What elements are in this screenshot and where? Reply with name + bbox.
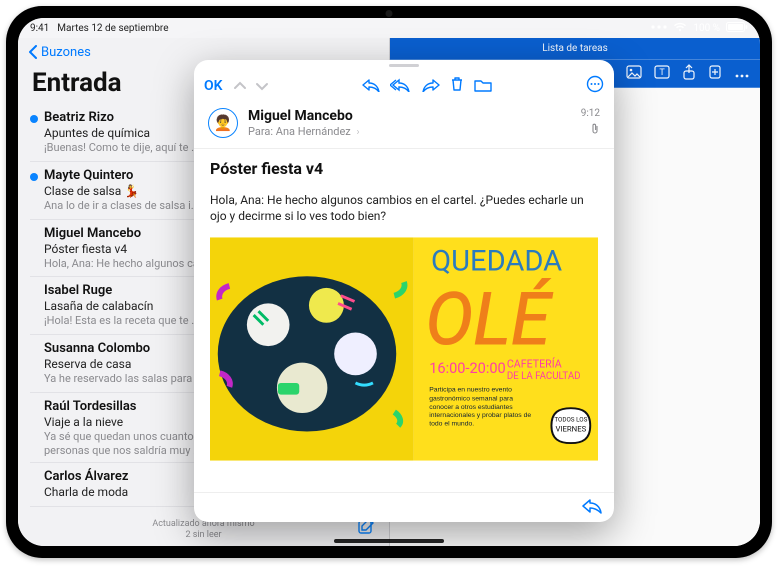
chevron-left-icon	[28, 45, 37, 59]
home-indicator[interactable]	[334, 539, 444, 543]
popup-footer	[194, 492, 614, 522]
popup-body: Póster fiesta v4 Hola, Ana: He hecho alg…	[194, 149, 614, 492]
mail-footer: Actualizado ahora mismo 2 sin leer	[18, 519, 389, 542]
battery-icon	[726, 22, 748, 35]
popup-sender: Miguel Mancebo	[248, 108, 571, 124]
more-circle-icon[interactable]	[586, 75, 604, 97]
poster-headline: QUEDADA	[431, 245, 562, 279]
reply-icon[interactable]	[362, 77, 380, 96]
attachment-icon	[581, 123, 600, 138]
grabber-handle[interactable]	[194, 60, 614, 70]
status-bar-right: 100 %	[389, 18, 760, 38]
wifi-icon	[673, 22, 687, 35]
screen: 9:41 Martes 12 de septiembre 100 % Buzon…	[18, 18, 760, 546]
poster-venue-1: CAFETERÍA	[507, 358, 562, 371]
chevron-right-icon: ›	[357, 127, 360, 138]
ipad-frame: 9:41 Martes 12 de septiembre 100 % Buzon…	[6, 6, 772, 558]
prev-message-button[interactable]	[233, 77, 247, 96]
image-icon[interactable]	[626, 64, 642, 83]
popup-header: 🧑‍🦱 Miguel Mancebo Para: Ana Hernández ›…	[194, 102, 614, 149]
poster-image: QUEDADA OLÉ 16:00-20:00 CAFETERÍA DE LA …	[210, 234, 598, 464]
reply-all-icon[interactable]	[390, 77, 412, 96]
text-box-icon[interactable]: T	[654, 64, 670, 83]
avatar[interactable]: 🧑‍🦱	[208, 108, 238, 138]
more-icon[interactable]	[734, 64, 750, 83]
quick-reply-icon[interactable]	[582, 498, 602, 518]
poster-big: OLÉ	[425, 278, 553, 363]
popup-to-name: Ana Hernández	[276, 125, 351, 138]
multitask-dots-icon[interactable]	[651, 23, 667, 34]
move-folder-icon[interactable]	[474, 77, 492, 96]
svg-text:T: T	[659, 68, 665, 78]
popup-text: Hola, Ana: He hecho algunos cambios en e…	[210, 192, 598, 224]
share-icon[interactable]	[682, 64, 696, 84]
popup-time: 9:12	[581, 108, 600, 119]
notes-doc-title[interactable]: Lista de tareas	[390, 38, 760, 60]
battery-percent: 100 %	[693, 23, 720, 34]
svg-text:TODOS LOS: TODOS LOS	[554, 416, 587, 424]
status-date: Martes 12 de septiembre	[57, 23, 168, 34]
popup-subject: Póster fiesta v4	[210, 159, 598, 178]
popup-to-line[interactable]: Para: Ana Hernández ›	[248, 125, 571, 138]
ok-button[interactable]: OK	[204, 78, 223, 94]
popup-toolbar: OK	[194, 70, 614, 102]
svg-text:VIERNES: VIERNES	[555, 425, 586, 434]
forward-icon[interactable]	[422, 77, 440, 96]
next-message-button[interactable]	[255, 77, 269, 96]
trash-icon[interactable]	[450, 76, 464, 96]
popup-to-label: Para:	[248, 125, 273, 138]
poster-hours: 16:00-20:00	[429, 361, 505, 378]
message-popup: OK 🧑‍🦱 Miguel Mancebo	[194, 60, 614, 522]
mail-back-label: Buzones	[41, 45, 91, 60]
poster-venue-2: DE LA FACULTAD	[507, 371, 581, 382]
add-page-icon[interactable]	[708, 64, 722, 84]
status-time: 9:41	[30, 23, 49, 34]
